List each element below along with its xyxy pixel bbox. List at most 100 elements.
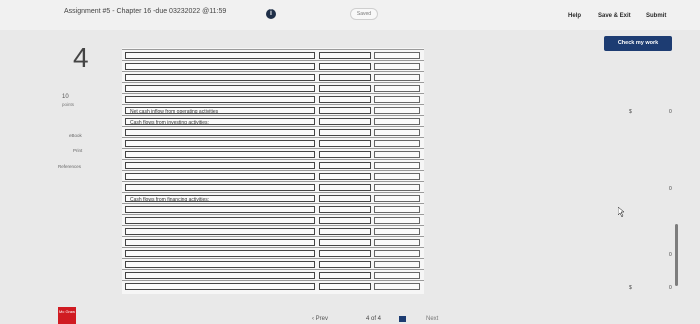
amount-field[interactable] xyxy=(319,173,371,180)
table-row xyxy=(122,203,424,214)
row-value: 0 xyxy=(669,285,672,291)
total-field[interactable]: 0 xyxy=(374,184,672,192)
description-field[interactable] xyxy=(125,85,315,92)
total-field[interactable] xyxy=(374,272,420,279)
amount-field[interactable] xyxy=(319,85,371,92)
description-field[interactable] xyxy=(125,173,315,180)
description-field[interactable] xyxy=(125,52,315,59)
total-field[interactable] xyxy=(374,52,420,59)
description-field[interactable] xyxy=(125,74,315,81)
total-field[interactable]: $0 xyxy=(374,283,672,291)
amount-field[interactable] xyxy=(319,162,371,169)
saved-status: Saved xyxy=(350,8,378,20)
prev-button[interactable]: ‹ Prev xyxy=(312,316,328,322)
total-field[interactable] xyxy=(374,261,420,268)
description-field[interactable] xyxy=(125,239,315,246)
total-field[interactable] xyxy=(374,85,420,92)
amount-field[interactable] xyxy=(319,239,371,246)
scrollbar[interactable] xyxy=(675,224,678,286)
amount-field[interactable] xyxy=(319,52,371,59)
description-field[interactable] xyxy=(125,228,315,235)
references-link[interactable]: References xyxy=(58,164,81,169)
next-button[interactable]: Next xyxy=(426,316,438,322)
description-field[interactable] xyxy=(125,250,315,257)
assignment-title: Assignment #5 - Chapter 16 -due 03232022… xyxy=(64,8,227,15)
amount-field[interactable] xyxy=(319,195,371,202)
table-row: Net cash inflow from operating activitie… xyxy=(122,104,672,115)
amount-field[interactable] xyxy=(319,206,371,213)
table-row: Cash flows from financing activities: xyxy=(122,192,424,203)
total-field[interactable] xyxy=(374,151,420,158)
total-field[interactable] xyxy=(374,173,420,180)
points-label: points xyxy=(62,102,75,107)
description-field[interactable] xyxy=(125,129,315,136)
total-field[interactable] xyxy=(374,74,420,81)
amount-field[interactable] xyxy=(319,151,371,158)
total-field[interactable] xyxy=(374,118,420,125)
table-row xyxy=(122,82,424,93)
amount-field[interactable] xyxy=(319,96,371,103)
description-field[interactable]: Cash flows from investing activities: xyxy=(125,118,315,126)
info-icon[interactable]: i xyxy=(266,9,276,19)
amount-field[interactable] xyxy=(319,261,371,268)
help-link[interactable]: Help xyxy=(568,13,581,19)
table-row xyxy=(122,137,424,148)
save-exit-link[interactable]: Save & Exit xyxy=(598,13,631,19)
question-number: 4 xyxy=(73,42,89,73)
description-field[interactable] xyxy=(125,162,315,169)
amount-field[interactable] xyxy=(319,140,371,147)
total-field[interactable] xyxy=(374,217,420,224)
description-field[interactable]: Cash flows from financing activities: xyxy=(125,195,315,203)
amount-field[interactable] xyxy=(319,250,371,257)
total-field[interactable] xyxy=(374,239,420,246)
amount-field[interactable] xyxy=(319,74,371,81)
description-field[interactable]: Net cash inflow from operating activitie… xyxy=(125,107,315,115)
check-my-work-button[interactable]: Check my work xyxy=(604,36,672,51)
description-field[interactable] xyxy=(125,151,315,158)
total-field[interactable] xyxy=(374,162,420,169)
table-row xyxy=(122,236,424,247)
description-field[interactable] xyxy=(125,140,315,147)
print-link[interactable]: Print xyxy=(73,148,82,153)
grid-icon[interactable] xyxy=(399,316,406,322)
table-row xyxy=(122,126,424,137)
total-field[interactable] xyxy=(374,63,420,70)
cash-flow-table: Net cash inflow from operating activitie… xyxy=(122,48,672,294)
total-field[interactable] xyxy=(374,129,420,136)
total-field[interactable] xyxy=(374,206,420,213)
amount-field[interactable] xyxy=(319,118,371,125)
table-row xyxy=(122,214,424,225)
amount-field[interactable] xyxy=(319,217,371,224)
submit-link[interactable]: Submit xyxy=(646,13,666,19)
amount-field[interactable] xyxy=(319,129,371,136)
description-field[interactable] xyxy=(125,184,315,191)
amount-field[interactable] xyxy=(319,272,371,279)
row-value: 0 xyxy=(669,252,672,258)
description-field[interactable] xyxy=(125,63,315,70)
description-field[interactable] xyxy=(125,206,315,213)
amount-field[interactable] xyxy=(319,107,371,114)
amount-field[interactable] xyxy=(319,63,371,70)
description-field[interactable] xyxy=(125,261,315,268)
table-row xyxy=(122,258,424,269)
amount-field[interactable] xyxy=(319,184,371,191)
amount-field[interactable] xyxy=(319,228,371,235)
table-row xyxy=(122,60,424,71)
description-field[interactable] xyxy=(125,217,315,224)
total-field[interactable] xyxy=(374,228,420,235)
description-field[interactable] xyxy=(125,272,315,279)
description-field[interactable] xyxy=(125,283,315,290)
ebook-link[interactable]: eBook xyxy=(69,133,82,138)
currency-symbol: $ xyxy=(629,285,632,291)
row-value: 0 xyxy=(669,109,672,115)
total-field[interactable] xyxy=(374,195,420,202)
description-field[interactable] xyxy=(125,96,315,103)
amount-field[interactable] xyxy=(319,283,371,290)
table-row xyxy=(122,170,424,181)
total-field[interactable]: $0 xyxy=(374,107,672,115)
total-field[interactable] xyxy=(374,140,420,147)
table-row xyxy=(122,93,424,104)
page-indicator: 4 of 4 xyxy=(366,316,382,322)
total-field[interactable]: 0 xyxy=(374,250,672,258)
total-field[interactable] xyxy=(374,96,420,103)
